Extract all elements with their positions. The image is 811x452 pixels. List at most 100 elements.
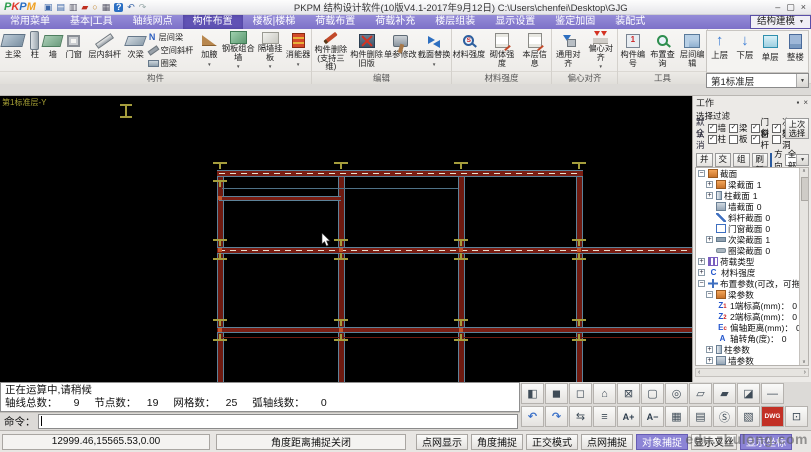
tab-load-layout[interactable]: 荷载布置 — [305, 15, 365, 29]
tab-axis-grid[interactable]: 轴线网点 — [123, 15, 183, 29]
main-beam-button[interactable]: 主梁 — [0, 29, 26, 72]
font-decrease-icon[interactable]: A− — [641, 406, 664, 427]
masonry-strength-button[interactable]: 砌体强度 — [486, 29, 519, 72]
view-home-icon[interactable]: ⌂ — [593, 383, 616, 404]
scroll-down-icon[interactable]: ∨ — [802, 359, 806, 365]
object-snap-toggle[interactable]: 对象捕捉 — [636, 433, 688, 450]
save-as-icon[interactable]: ▤ — [56, 2, 65, 12]
expand-icon[interactable]: + — [706, 236, 713, 243]
tab-load-supplement[interactable]: 荷载补充 — [365, 15, 425, 29]
zoom-extents-icon[interactable]: ⊠ — [617, 383, 640, 404]
mid-beam[interactable] — [217, 247, 692, 254]
column-line[interactable] — [458, 170, 465, 382]
tree-item[interactable]: + 梁截面 1 — [696, 179, 808, 190]
work-tree[interactable]: − 截面 + 梁截面 1 + 柱截面 1 墙截面 0 斜杆截面 0 门窗截面 0… — [695, 167, 809, 366]
redo-icon[interactable]: ↷ — [545, 406, 568, 427]
tree-item[interactable]: + 柱截面 1 — [696, 190, 808, 201]
expand-icon[interactable]: + — [698, 258, 705, 265]
checkbox-secondary-beam[interactable]: ✓ — [772, 123, 782, 133]
note-edit-icon[interactable]: ▧ — [737, 406, 760, 427]
help-icon[interactable]: ? — [114, 2, 124, 12]
space-brace-button[interactable]: 空间斜杆 — [147, 44, 198, 56]
tree-item[interactable]: 墙截面 0 — [696, 201, 808, 212]
undo-icon[interactable]: ↶ — [127, 2, 135, 12]
expand-icon[interactable]: + — [698, 269, 705, 276]
tree-item[interactable]: + 墙参数 — [696, 355, 808, 365]
tab-display-settings[interactable]: 显示设置 — [485, 15, 545, 29]
tab-story-assembly[interactable]: 楼层组装 — [425, 15, 485, 29]
checkbox-beam[interactable]: ✓ — [729, 123, 739, 133]
intersect-button[interactable]: 交 — [714, 153, 732, 167]
filter-clear-button[interactable]: 全消 — [696, 127, 705, 151]
expand-icon[interactable]: + — [706, 192, 713, 199]
roof-beam[interactable] — [217, 170, 583, 177]
short-beam[interactable] — [219, 196, 341, 201]
column-line[interactable] — [217, 170, 224, 382]
column-line[interactable] — [576, 170, 583, 382]
modify-tool-icon[interactable]: ◪ — [737, 383, 760, 404]
tab-prefab[interactable]: 装配式 — [605, 15, 655, 29]
collapse-icon[interactable]: − — [698, 170, 705, 177]
tree-item[interactable]: 斜杆截面 0 — [696, 212, 808, 223]
tab-common-menu[interactable]: 常用菜单 — [0, 15, 60, 29]
grid-window-icon[interactable]: ▦ — [665, 406, 688, 427]
group-button[interactable]: 组 — [733, 153, 750, 167]
story-info-button[interactable]: 本层信息 — [518, 29, 551, 72]
tree-item[interactable]: 门窗截面 0 — [696, 223, 808, 234]
capture-icon[interactable]: ▰ — [81, 2, 88, 12]
expand-icon[interactable]: + — [706, 357, 713, 364]
ring-beam-button[interactable]: 圈梁 — [147, 57, 198, 69]
column-button[interactable]: 柱 — [26, 29, 44, 72]
zoom-select-icon[interactable]: ⊡ — [785, 406, 808, 427]
save-icon[interactable]: ▣ — [44, 2, 53, 12]
column-line[interactable] — [338, 170, 345, 382]
component-number-button[interactable]: 1 构件编号 — [618, 29, 648, 72]
view-axon-sw-icon[interactable]: ◧ — [521, 383, 544, 404]
tree-item[interactable]: + 荷载类型 — [696, 256, 808, 267]
tree-item[interactable]: + C 材料强度 — [696, 267, 808, 278]
delete-component-old-button[interactable]: 构件删除旧版 — [350, 29, 384, 72]
single-story-button[interactable]: 单层 — [762, 33, 779, 63]
in-story-brace-button[interactable]: 层内斜杆 — [86, 29, 124, 72]
help-icon[interactable] — [770, 153, 773, 167]
doc-edit-icon[interactable]: ▤ — [689, 406, 712, 427]
tree-item[interactable]: Ec 偏轴距离(mm)： 0 — [696, 322, 808, 333]
view-orbit-icon[interactable]: ◎ — [665, 383, 688, 404]
checkbox-slab-hole[interactable] — [772, 134, 782, 144]
tree-item[interactable]: Z2 2端标高(mm)： 0 — [696, 311, 808, 322]
section-replace-button[interactable]: 截面替换 ▼ — [417, 29, 451, 72]
refresh-icon[interactable]: ○ — [92, 2, 97, 12]
floor-selector[interactable]: 第1标准层 ▼ — [706, 73, 809, 88]
tab-slab-stair[interactable]: 楼板|楼梯 — [243, 15, 306, 29]
checkbox-column[interactable]: ✓ — [707, 134, 717, 144]
view-plane-icon[interactable]: ▱ — [689, 383, 712, 404]
undo-icon[interactable]: ↶ — [521, 406, 544, 427]
material-strength-button[interactable]: S 材料强度 — [452, 29, 486, 72]
view-prev-icon[interactable]: ⇆ — [569, 406, 592, 427]
view-wire-icon[interactable]: ◻ — [569, 383, 592, 404]
inter-story-beam-button[interactable]: N 层间梁 — [148, 31, 198, 43]
dwg-export-icon[interactable]: DWG — [761, 406, 784, 427]
floor-down-button[interactable]: ↓ 下层 — [736, 33, 753, 61]
secondary-beam-button[interactable]: 次梁 — [124, 29, 148, 72]
tab-appraisal-strengthen[interactable]: 鉴定加固 — [545, 15, 605, 29]
tree-item[interactable]: − 布置参数(可改，可拖拽布置) — [696, 278, 808, 289]
layout-query-button[interactable]: 布置查询 — [648, 29, 678, 72]
scroll-up-icon[interactable]: ∧ — [802, 168, 806, 174]
maximize-button[interactable]: ▢ — [786, 2, 795, 13]
view-box-icon[interactable]: ▢ — [641, 383, 664, 404]
last-selection-button[interactable]: 上次选择 — [785, 118, 809, 139]
font-increase-icon[interactable]: A+ — [617, 406, 640, 427]
lower-beam[interactable] — [217, 327, 692, 333]
haunch-button[interactable]: 加腋 ▼ — [197, 29, 221, 72]
direction-selector[interactable]: 全部 ▼ — [784, 149, 810, 171]
tree-vertical-scrollbar[interactable]: ∧ ∨ — [799, 168, 808, 365]
render-brush-icon[interactable]: ▰ — [713, 383, 736, 404]
tree-item[interactable]: A 轴转角(度)： 0 — [696, 333, 808, 344]
scrollbar-thumb[interactable] — [801, 177, 808, 201]
tree-item[interactable]: + 次梁截面 1 — [696, 234, 808, 245]
general-align-button[interactable]: 通用对齐 — [552, 29, 585, 72]
redo-icon[interactable]: ↷ — [139, 2, 147, 12]
tab-basic-tools[interactable]: 基本|工具 — [60, 15, 123, 29]
refresh-button[interactable]: 刷新 — [751, 153, 769, 175]
